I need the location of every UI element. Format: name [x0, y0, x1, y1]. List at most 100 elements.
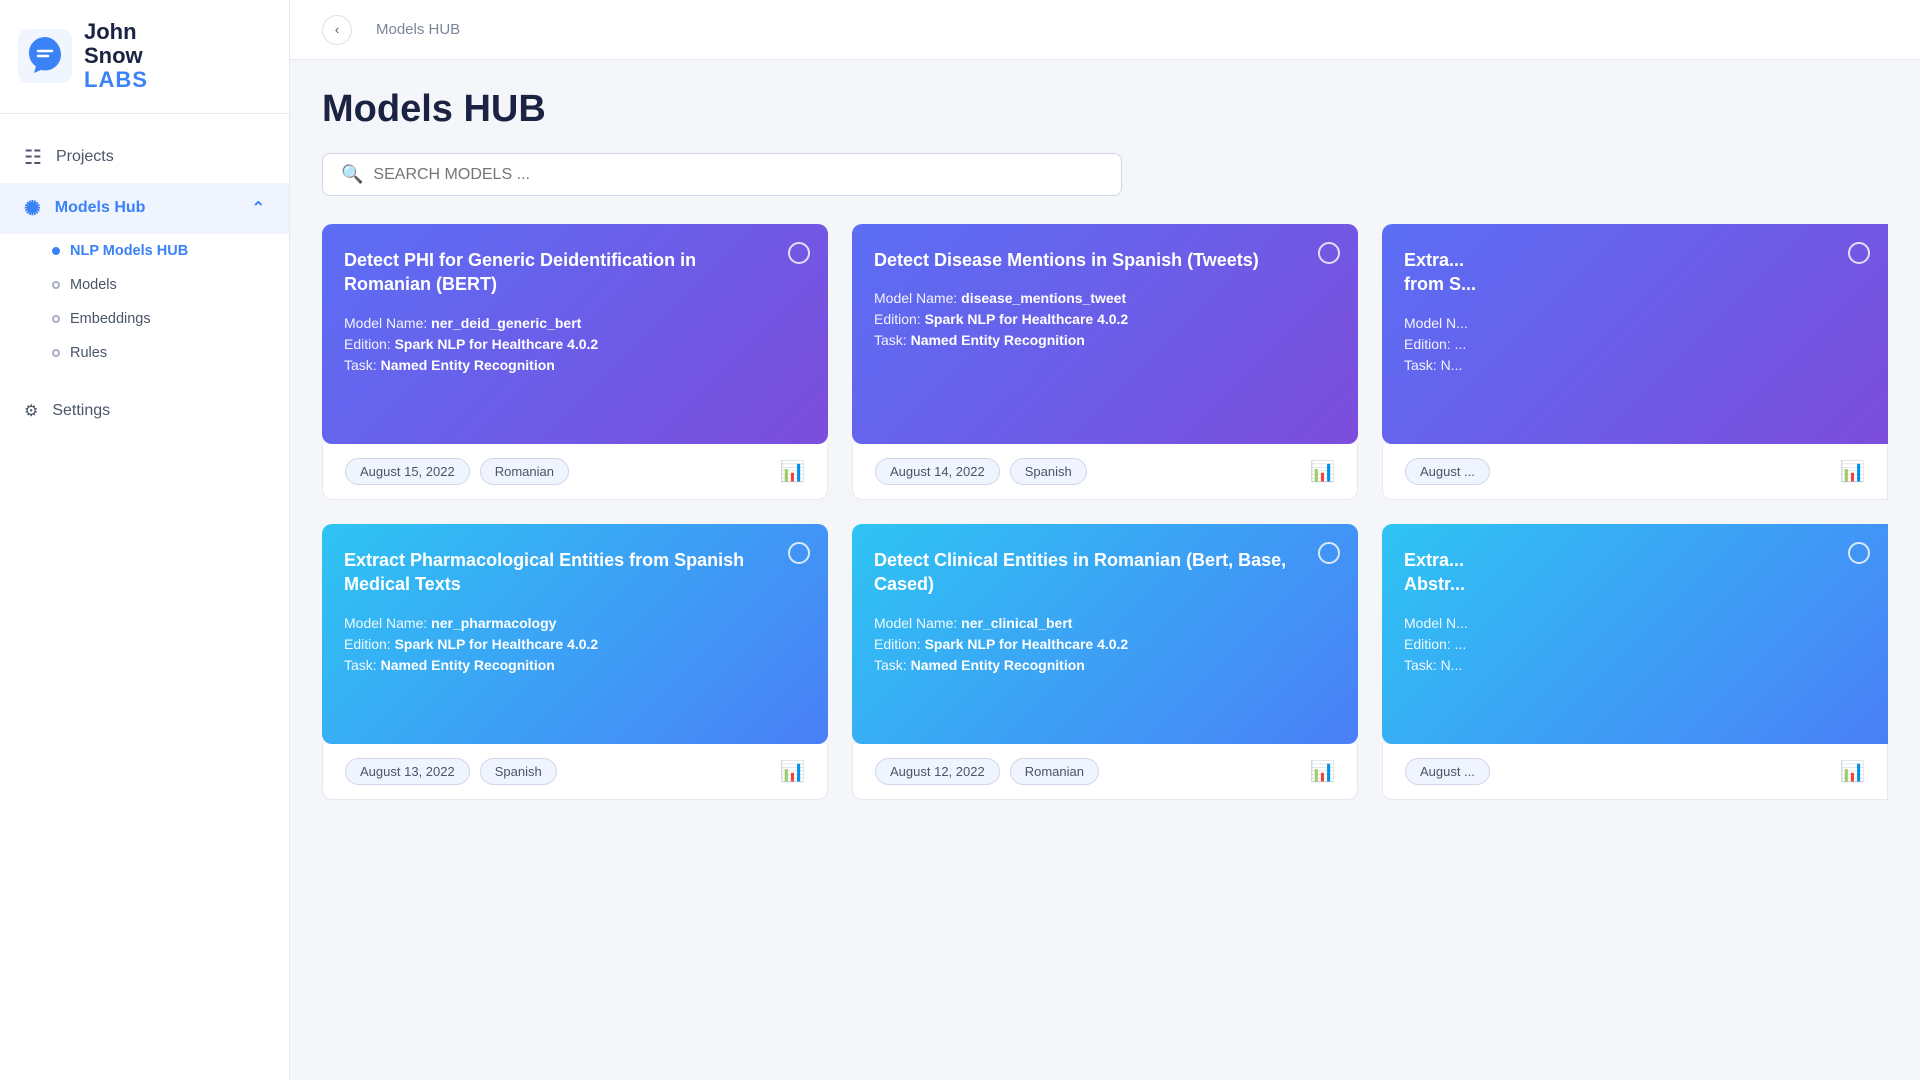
card-title-1: Detect PHI for Generic Deidentification … [344, 248, 806, 297]
model-card-3[interactable]: Extra...from S... Model N... Edition: ..… [1382, 224, 1888, 444]
card-chart-icon-2[interactable]: 📊 [1310, 459, 1335, 484]
card-task-5: Task: Named Entity Recognition [874, 657, 1336, 673]
nav-dot-models [52, 281, 60, 289]
card-wrapper-3: Extra...from S... Model N... Edition: ..… [1382, 224, 1888, 500]
card-wrapper-5: Detect Clinical Entities in Romanian (Be… [852, 524, 1358, 800]
collapse-sidebar-button[interactable]: ‹ [322, 15, 352, 45]
sidebar-nav: ☷ Projects ✺ Models Hub ⌃ NLP Models HUB… [0, 114, 289, 1080]
models-hub-icon: ✺ [24, 196, 41, 221]
card-date-tag-1: August 15, 2022 [345, 458, 470, 485]
subnav-embeddings-label: Embeddings [70, 311, 151, 327]
model-card-2[interactable]: Detect Disease Mentions in Spanish (Twee… [852, 224, 1358, 444]
card-lang-tag-5: Romanian [1010, 758, 1099, 785]
card-task-1: Task: Named Entity Recognition [344, 357, 806, 373]
card-checkbox-4[interactable] [788, 542, 810, 564]
card-task-2: Task: Named Entity Recognition [874, 332, 1336, 348]
cards-grid: Detect PHI for Generic Deidentification … [322, 224, 1888, 800]
card-model-name-1: Model Name: ner_deid_generic_bert [344, 315, 806, 331]
card-checkbox-5[interactable] [1318, 542, 1340, 564]
card-chart-icon-3[interactable]: 📊 [1840, 459, 1865, 484]
models-hub-subnav: NLP Models HUB Models Embeddings Rules [0, 234, 289, 370]
chevron-up-icon: ⌃ [252, 198, 265, 218]
card-wrapper-2: Detect Disease Mentions in Spanish (Twee… [852, 224, 1358, 500]
card-model-name-5: Model Name: ner_clinical_bert [874, 615, 1336, 631]
page-title: Models HUB [322, 88, 1888, 131]
card-task-4: Task: Named Entity Recognition [344, 657, 806, 673]
sidebar: John Snow LABS ☷ Projects ✺ Models Hub ⌃… [0, 0, 290, 1080]
card-chart-icon-1[interactable]: 📊 [780, 459, 805, 484]
card-footer-3: August ... 📊 [1382, 444, 1888, 500]
card-edition-1: Edition: Spark NLP for Healthcare 4.0.2 [344, 336, 806, 352]
card-task-3: Task: N... [1404, 357, 1866, 373]
content-area: Models HUB 🔍 Detect PHI for Generic Deid… [290, 60, 1920, 1080]
main-area: ‹ Models HUB Models HUB 🔍 Detect PHI for… [290, 0, 1920, 1080]
subnav-models-label: Models [70, 277, 117, 293]
model-card-1[interactable]: Detect PHI for Generic Deidentification … [322, 224, 828, 444]
card-edition-2: Edition: Spark NLP for Healthcare 4.0.2 [874, 311, 1336, 327]
card-lang-tag-1: Romanian [480, 458, 569, 485]
search-bar[interactable]: 🔍 [322, 153, 1122, 196]
card-footer-2: August 14, 2022 Spanish 📊 [852, 444, 1358, 500]
card-lang-tag-2: Spanish [1010, 458, 1087, 485]
card-wrapper-1: Detect PHI for Generic Deidentification … [322, 224, 828, 500]
card-title-3: Extra...from S... [1404, 248, 1866, 297]
card-wrapper-6: Extra...Abstr... Model N... Edition: ...… [1382, 524, 1888, 800]
card-chart-icon-6[interactable]: 📊 [1840, 759, 1865, 784]
logo-text: John Snow LABS [84, 20, 148, 93]
card-date-tag-6: August ... [1405, 758, 1490, 785]
sidebar-item-projects[interactable]: ☷ Projects [0, 132, 289, 183]
card-edition-5: Edition: Spark NLP for Healthcare 4.0.2 [874, 636, 1336, 652]
card-title-2: Detect Disease Mentions in Spanish (Twee… [874, 248, 1336, 272]
sidebar-projects-label: Projects [56, 148, 114, 166]
card-checkbox-6[interactable] [1848, 542, 1870, 564]
card-edition-4: Edition: Spark NLP for Healthcare 4.0.2 [344, 636, 806, 652]
sidebar-item-nlp-models-hub[interactable]: NLP Models HUB [0, 234, 289, 268]
card-checkbox-2[interactable] [1318, 242, 1340, 264]
card-chart-icon-4[interactable]: 📊 [780, 759, 805, 784]
breadcrumb: Models HUB [376, 21, 460, 38]
logo-snow: Snow [84, 44, 148, 68]
card-task-6: Task: N... [1404, 657, 1866, 673]
search-input[interactable] [373, 166, 1103, 184]
sidebar-item-models[interactable]: Models [0, 268, 289, 302]
settings-icon: ⚙ [24, 401, 38, 421]
model-card-6[interactable]: Extra...Abstr... Model N... Edition: ...… [1382, 524, 1888, 744]
card-edition-3: Edition: ... [1404, 336, 1866, 352]
sidebar-models-hub-label: Models Hub [55, 199, 146, 217]
card-chart-icon-5[interactable]: 📊 [1310, 759, 1335, 784]
logo-labs: LABS [84, 68, 148, 92]
card-model-name-3: Model N... [1404, 315, 1866, 331]
projects-icon: ☷ [24, 145, 42, 170]
card-title-4: Extract Pharmacological Entities from Sp… [344, 548, 806, 597]
card-title-6: Extra...Abstr... [1404, 548, 1866, 597]
card-wrapper-4: Extract Pharmacological Entities from Sp… [322, 524, 828, 800]
card-footer-6: August ... 📊 [1382, 744, 1888, 800]
card-date-tag-4: August 13, 2022 [345, 758, 470, 785]
logo-icon [18, 29, 72, 83]
nav-dot-nlp [52, 247, 60, 255]
card-footer-4: August 13, 2022 Spanish 📊 [322, 744, 828, 800]
sidebar-settings-label: Settings [52, 402, 110, 420]
model-card-5[interactable]: Detect Clinical Entities in Romanian (Be… [852, 524, 1358, 744]
sidebar-item-rules[interactable]: Rules [0, 336, 289, 370]
card-date-tag-3: August ... [1405, 458, 1490, 485]
sidebar-item-embeddings[interactable]: Embeddings [0, 302, 289, 336]
subnav-rules-label: Rules [70, 345, 107, 361]
card-footer-5: August 12, 2022 Romanian 📊 [852, 744, 1358, 800]
sidebar-item-models-hub[interactable]: ✺ Models Hub ⌃ [0, 183, 289, 234]
logo-john: John [84, 20, 148, 44]
sidebar-item-settings[interactable]: ⚙ Settings [0, 388, 289, 434]
card-model-name-4: Model Name: ner_pharmacology [344, 615, 806, 631]
model-card-4[interactable]: Extract Pharmacological Entities from Sp… [322, 524, 828, 744]
subnav-nlp-label: NLP Models HUB [70, 243, 188, 259]
card-title-5: Detect Clinical Entities in Romanian (Be… [874, 548, 1336, 597]
topbar: ‹ Models HUB [290, 0, 1920, 60]
search-icon: 🔍 [341, 164, 363, 185]
card-model-name-6: Model N... [1404, 615, 1866, 631]
nav-dot-embeddings [52, 315, 60, 323]
card-checkbox-1[interactable] [788, 242, 810, 264]
card-checkbox-3[interactable] [1848, 242, 1870, 264]
nav-dot-rules [52, 349, 60, 357]
card-edition-6: Edition: ... [1404, 636, 1866, 652]
card-lang-tag-4: Spanish [480, 758, 557, 785]
